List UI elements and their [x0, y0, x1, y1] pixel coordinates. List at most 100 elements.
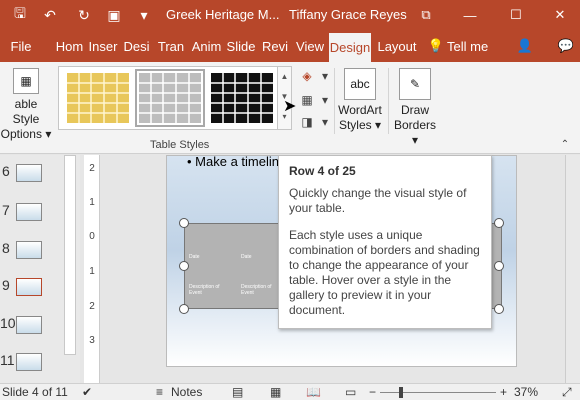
tab-table-design[interactable]: Design	[329, 33, 371, 62]
effects-icon[interactable]: ◨	[298, 114, 316, 130]
slide-number: 10	[0, 315, 16, 331]
slide-sorter-icon[interactable]: ▦	[270, 385, 281, 399]
tooltip-title: Row 4 of 25	[289, 164, 356, 178]
table-styles-group-label: Table Styles	[150, 139, 210, 151]
table-styles-gallery[interactable]: ▲ ▼ ▾	[58, 66, 292, 130]
save-icon[interactable]: 🖫	[7, 0, 33, 30]
tab-slide-show[interactable]: Slide	[226, 30, 256, 62]
borders-dropdown-icon[interactable]: ▾	[316, 92, 334, 108]
gallery-up-icon[interactable]: ▲	[278, 67, 291, 87]
slide-thumbnail[interactable]	[16, 241, 42, 259]
notes-button[interactable]: Notes	[171, 385, 202, 399]
table-cell[interactable]: Date	[189, 254, 200, 260]
share-icon[interactable]: 👤	[514, 30, 536, 62]
draw-borders-icon: ✎	[399, 68, 431, 100]
tell-me-search[interactable]: Tell me	[447, 30, 491, 62]
lightbulb-icon[interactable]: 💡	[428, 30, 444, 62]
tab-review[interactable]: Revi	[260, 30, 290, 62]
table-cell[interactable]: Description of Event	[189, 284, 233, 296]
comments-icon[interactable]: 💬	[555, 30, 577, 62]
reading-view-icon[interactable]: 📖	[306, 385, 321, 399]
wordart-styles-button[interactable]: abc WordArt Styles ▾	[336, 68, 384, 133]
effects-dropdown-icon[interactable]: ▾	[316, 114, 334, 130]
redo-icon[interactable]: ↻	[71, 0, 97, 30]
ruler-mark: 2	[89, 301, 95, 312]
zoom-level[interactable]: 37%	[514, 385, 538, 399]
slide-thumbnail[interactable]	[16, 164, 42, 182]
fit-to-window-icon[interactable]: ⤢	[562, 385, 572, 400]
editor-scrollbar[interactable]	[565, 155, 580, 383]
slide-thumbnail[interactable]	[16, 353, 42, 371]
tab-insert[interactable]: Inser	[88, 30, 118, 62]
slide-bullet-text[interactable]: • Make a timelin	[187, 154, 279, 169]
zoom-slider-knob[interactable]	[399, 387, 403, 398]
draw-borders-label-2: Borders ▾	[393, 118, 437, 147]
notes-icon[interactable]: ≡	[156, 385, 163, 399]
style-tooltip: Row 4 of 25 Quickly change the visual st…	[278, 155, 492, 329]
draw-borders-button[interactable]: ✎ Draw Borders ▾	[390, 68, 440, 148]
minimize-icon[interactable]: —	[450, 0, 490, 30]
status-bar: Slide 4 of 11 ✔ ≡ Notes ▤ ▦ 📖 ▭ − + 37% …	[0, 383, 580, 400]
normal-view-icon[interactable]: ▤	[232, 385, 243, 399]
shading-icon[interactable]: ◈	[298, 68, 316, 84]
tab-file[interactable]: File	[0, 30, 42, 62]
chevron-down-icon: ▾	[45, 127, 52, 141]
resize-handle[interactable]	[494, 218, 504, 228]
spell-check-icon[interactable]: ✔	[82, 385, 92, 399]
table-grid-icon: ▦	[13, 68, 39, 94]
slide-show-icon[interactable]: ▭	[345, 385, 356, 399]
tab-animations[interactable]: Anim	[190, 30, 223, 62]
undo-icon[interactable]: ↶	[37, 0, 63, 30]
vertical-ruler: 2 1 0 1 2 3	[84, 155, 100, 383]
slide-number: 6	[2, 163, 10, 179]
tab-home[interactable]: Hom	[55, 30, 84, 62]
table-style-gold[interactable]	[67, 73, 129, 123]
present-icon[interactable]: ▣	[101, 0, 127, 30]
resize-handle[interactable]	[179, 261, 189, 271]
tab-table-layout[interactable]: Layout	[375, 30, 419, 62]
table-cell[interactable]: Date	[241, 254, 252, 260]
close-icon[interactable]: ✕	[540, 0, 580, 30]
ruler-mark: 0	[89, 231, 95, 242]
maximize-icon[interactable]: ☐	[496, 0, 536, 30]
zoom-in-icon[interactable]: +	[500, 385, 507, 399]
zoom-slider[interactable]	[380, 392, 496, 393]
ruler-mark: 1	[89, 197, 95, 208]
ribbon-tabs: File Hom Inser Desi Tran Anim Slide Revi…	[0, 30, 580, 62]
slide-thumbnails-pane: 6 7 8 9 10 11	[0, 155, 80, 383]
shading-dropdown-icon[interactable]: ▾	[316, 68, 334, 84]
resize-handle[interactable]	[494, 304, 504, 314]
slide-number: 11	[0, 352, 15, 368]
tab-view[interactable]: View	[294, 30, 326, 62]
table-style-options-button[interactable]: ▦ able Style Options ▾	[0, 68, 52, 142]
collapse-ribbon-icon[interactable]: ⌃	[556, 136, 574, 152]
wordart-icon: abc	[344, 68, 376, 100]
thumbnails-scrollbar[interactable]	[64, 155, 76, 355]
table-style-options-label: able Style	[12, 97, 40, 126]
slide-thumbnail[interactable]	[16, 203, 42, 221]
table-style-black[interactable]	[211, 73, 273, 123]
customize-quick-access-icon[interactable]: ▾	[131, 0, 157, 30]
resize-handle[interactable]	[179, 304, 189, 314]
slide-thumbnail-current[interactable]	[16, 278, 42, 296]
resize-handle[interactable]	[494, 261, 504, 271]
resize-handle[interactable]	[179, 218, 189, 228]
slide-number: 7	[2, 202, 10, 218]
tooltip-text: Quickly change the visual style of your …	[289, 186, 467, 215]
table-style-gray[interactable]	[135, 69, 205, 127]
draw-borders-label: Draw	[400, 103, 429, 117]
ribbon-divider	[334, 68, 335, 134]
ribbon-divider	[388, 68, 389, 134]
tooltip-text: Each style uses a unique combination of …	[289, 228, 480, 317]
ribbon-display-options-icon[interactable]: ⧉	[406, 0, 446, 30]
slide-thumbnail[interactable]	[16, 316, 42, 334]
chevron-down-icon: ▾	[411, 133, 419, 147]
user-name[interactable]: Tiffany Grace Reyes	[289, 7, 407, 22]
borders-icon[interactable]: ▦	[298, 92, 316, 108]
zoom-out-icon[interactable]: −	[369, 385, 376, 399]
tab-transitions[interactable]: Tran	[156, 30, 186, 62]
slide-count: Slide 4 of 11	[2, 385, 68, 399]
slide-number: 8	[2, 240, 10, 256]
title-bar: 🖫 ↶ ↻ ▣ ▾ Greek Heritage M... Tiffany Gr…	[0, 0, 580, 30]
tab-design-main[interactable]: Desi	[121, 30, 152, 62]
